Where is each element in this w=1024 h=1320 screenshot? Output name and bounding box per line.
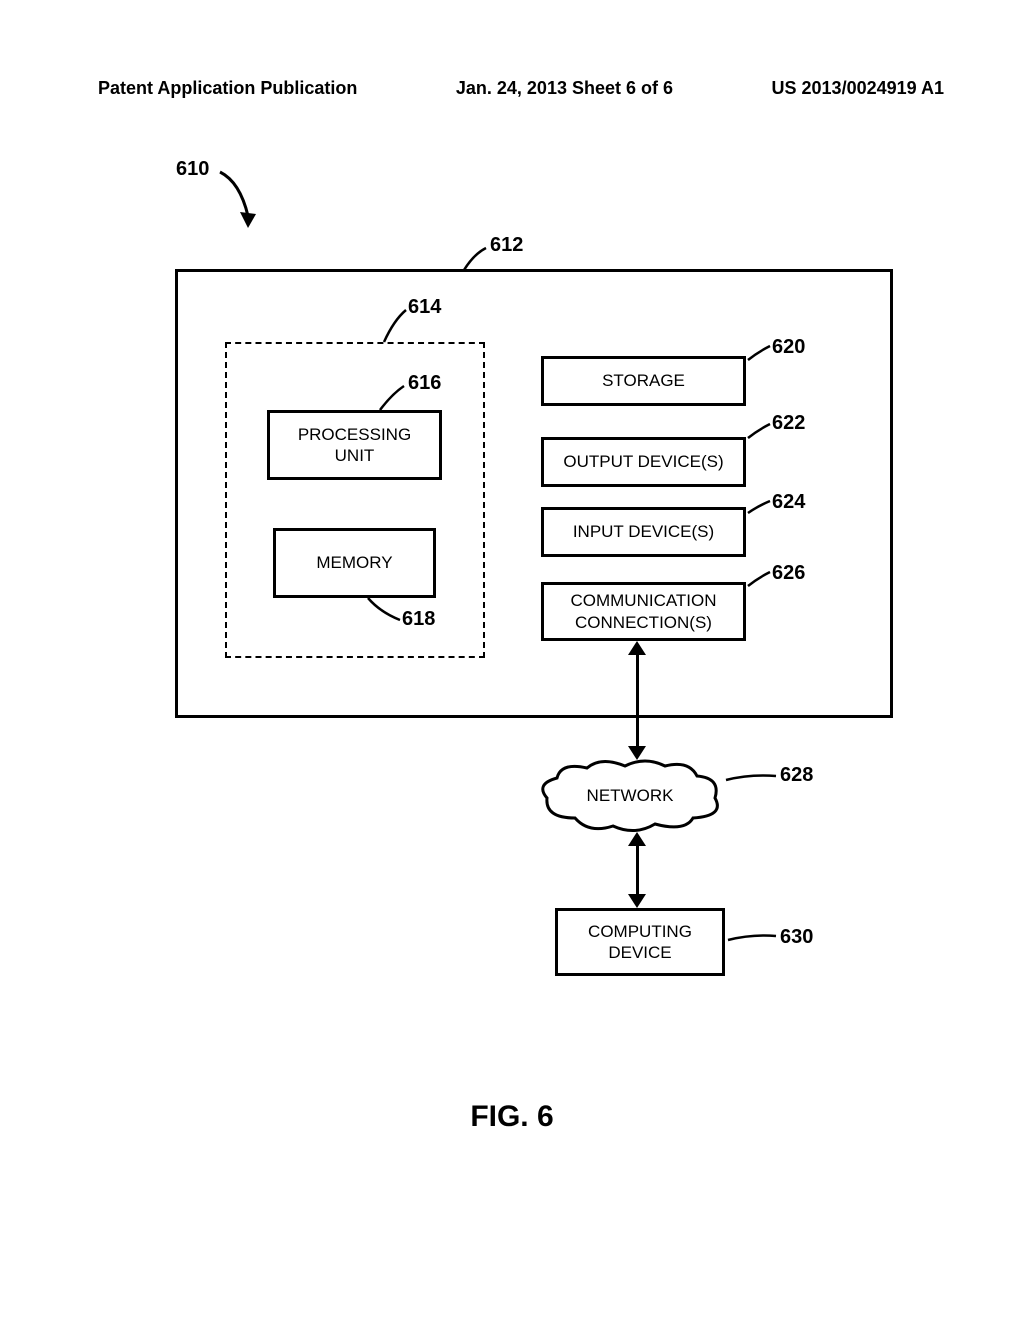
processing-unit-box: PROCESSING UNIT [267,410,442,480]
network-cloud: NETWORK [535,756,725,836]
input-devices-label: INPUT DEVICE(S) [573,521,714,542]
ref-624-leader [746,501,772,515]
ref-618: 618 [402,608,435,631]
ref-612-leader [460,248,490,272]
computing-device-box: COMPUTING DEVICE [555,908,725,976]
ref-618-leader [366,598,402,624]
input-devices-box: INPUT DEVICE(S) [541,507,746,557]
output-devices-box: OUTPUT DEVICE(S) [541,437,746,487]
ref-614-leader [382,310,410,344]
output-devices-label: OUTPUT DEVICE(S) [563,451,723,472]
ref-616: 616 [408,372,441,395]
page: Patent Application Publication Jan. 24, … [0,0,1024,1320]
ref-626: 626 [772,562,805,585]
processing-unit-label: PROCESSING UNIT [298,424,411,467]
communication-connections-box: COMMUNICATION CONNECTION(S) [541,582,746,641]
figure-diagram: 610 612 614 PROCESSING UNIT 616 ME [0,0,1024,1320]
ref-610: 610 [176,158,209,181]
ref-624: 624 [772,491,805,514]
ref-626-leader [746,572,772,588]
ref-620: 620 [772,336,805,359]
communication-connections-label: COMMUNICATION CONNECTION(S) [570,590,716,633]
ref-622: 622 [772,412,805,435]
memory-box: MEMORY [273,528,436,598]
computing-device-label: COMPUTING DEVICE [588,921,692,964]
ref-620-leader [746,346,772,362]
ref-610-pointer-arrow [218,170,258,230]
memory-label: MEMORY [316,552,392,573]
network-label: NETWORK [535,756,725,836]
ref-630: 630 [780,926,813,949]
storage-label: STORAGE [602,370,685,391]
ref-614: 614 [408,296,441,319]
core-dashed-box [225,342,485,658]
figure-caption: FIG. 6 [0,1100,1024,1134]
ref-616-leader [378,386,408,412]
ref-612: 612 [490,234,523,257]
storage-box: STORAGE [541,356,746,406]
ref-628-leader [724,772,778,786]
ref-622-leader [746,424,772,440]
ref-628: 628 [780,764,813,787]
ref-630-leader [726,932,778,946]
